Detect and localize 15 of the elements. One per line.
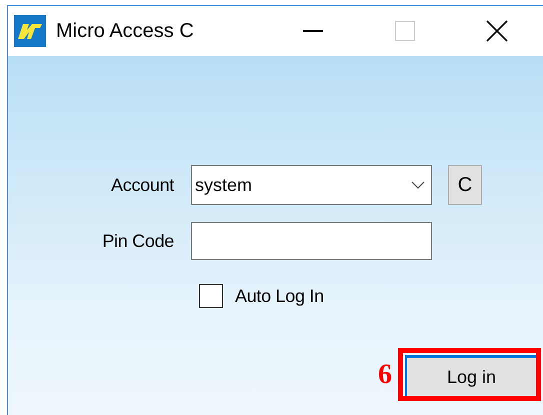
auto-login-label: Auto Log In bbox=[235, 286, 324, 306]
pin-code-field[interactable] bbox=[191, 222, 432, 260]
close-icon bbox=[486, 20, 508, 42]
login-button[interactable]: Log in bbox=[405, 355, 536, 396]
maximize-icon bbox=[395, 21, 415, 41]
clear-button[interactable]: C bbox=[448, 165, 482, 205]
account-label: Account bbox=[111, 174, 174, 196]
pin-code-label: Pin Code bbox=[102, 230, 174, 252]
annotation-number: 6 bbox=[378, 358, 392, 390]
chevron-down-icon bbox=[411, 181, 425, 189]
app-logo-icon bbox=[14, 15, 46, 47]
window-title: Micro Access C bbox=[56, 20, 195, 42]
auto-login-checkbox[interactable] bbox=[199, 284, 223, 308]
account-dropdown[interactable]: system bbox=[191, 165, 432, 205]
minimize-icon bbox=[303, 29, 323, 33]
